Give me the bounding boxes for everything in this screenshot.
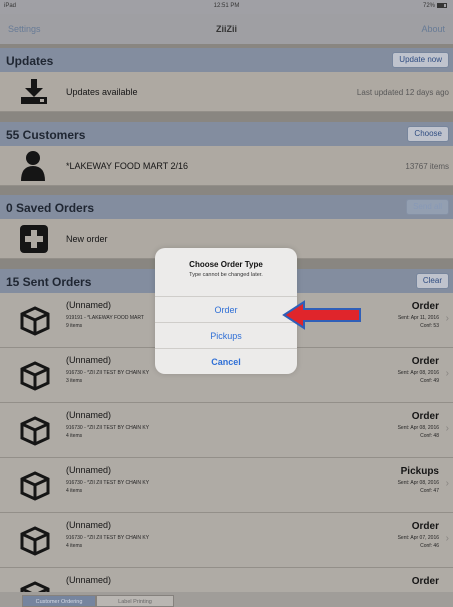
dialog-title: Choose Order Type: [189, 260, 263, 269]
ipad-screen: iPad 12:51 PM 72% Settings ZiiZii About …: [0, 0, 453, 607]
choose-order-type-dialog: Choose Order Type Type cannot be changed…: [155, 248, 297, 374]
dialog-message: Type cannot be changed later.: [189, 272, 263, 278]
pickups-option-button[interactable]: Pickups: [155, 322, 297, 348]
cancel-button[interactable]: Cancel: [155, 348, 297, 374]
order-option-button[interactable]: Order: [155, 296, 297, 322]
red-arrow-annotation: [282, 300, 361, 330]
